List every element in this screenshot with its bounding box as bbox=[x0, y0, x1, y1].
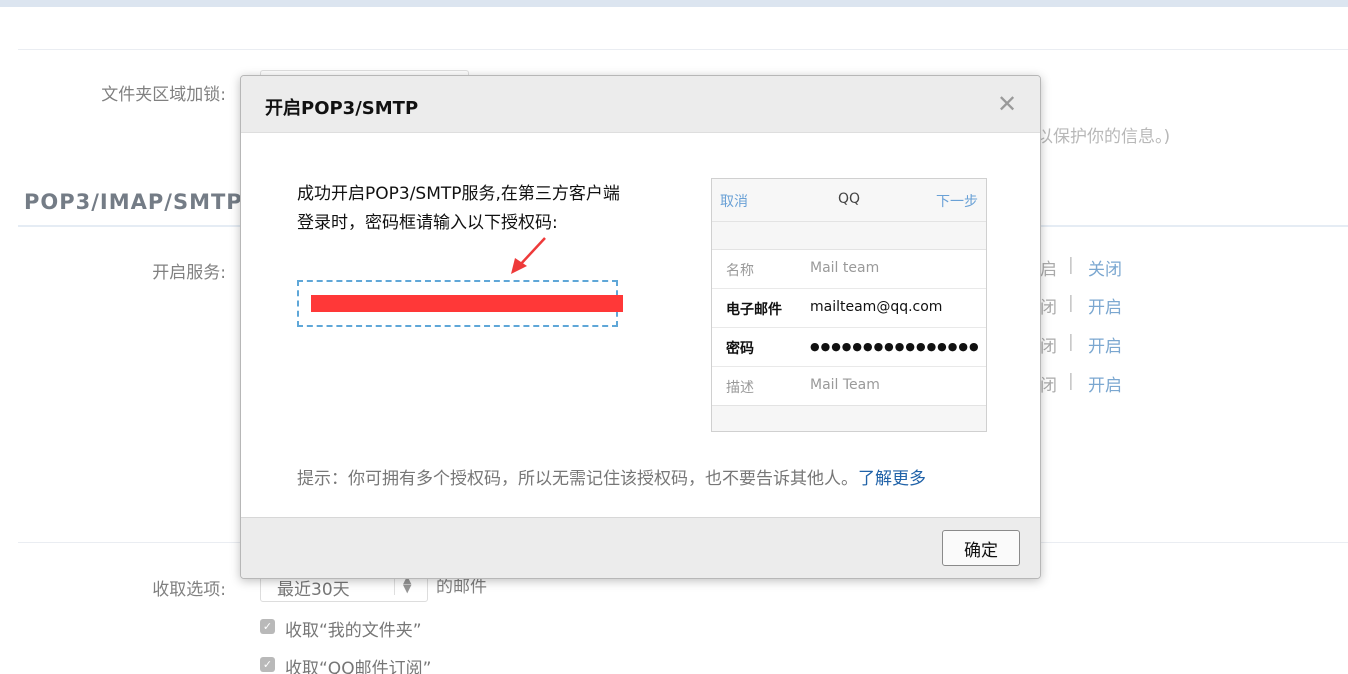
phone-row-key: 电子邮件 bbox=[726, 302, 782, 318]
phone-row-value: mailteam@qq.com bbox=[810, 299, 943, 315]
tip-message: 提示：你可拥有多个授权码，所以无需记住该授权码，也不要告诉其他人。 bbox=[297, 469, 858, 489]
success-message-line-1: 成功开启POP3/SMTP服务,在第三方客户端 bbox=[297, 184, 620, 204]
dialog-title: 开启POP3/SMTP bbox=[265, 98, 419, 119]
phone-row-value: ●●●●●●●●●●●●●●●● bbox=[810, 340, 980, 353]
phone-row-value: Mail Team bbox=[810, 377, 880, 393]
tip-text: 提示：你可拥有多个授权码，所以无需记住该授权码，也不要告诉其他人。了解更多 bbox=[297, 464, 926, 489]
dialog-header: 开启POP3/SMTP ✕ bbox=[241, 76, 1040, 133]
phone-row-key: 名称 bbox=[726, 263, 754, 279]
phone-row-key: 描述 bbox=[726, 380, 754, 396]
redaction-bar bbox=[311, 295, 623, 312]
success-message: 成功开启POP3/SMTP服务,在第三方客户端 登录时，密码框请输入以下授权码: bbox=[297, 180, 677, 238]
phone-row-name: 名称 Mail team bbox=[712, 250, 986, 289]
pointer-arrow-icon bbox=[511, 237, 546, 274]
phone-row-key: 密码 bbox=[726, 341, 754, 357]
phone-row-email: 电子邮件 mailteam@qq.com bbox=[712, 289, 986, 328]
phone-row-password: 密码 ●●●●●●●●●●●●●●●● bbox=[712, 328, 986, 367]
page: 文件夹区域加锁: 以保护你的信息。) POP3/IMAP/SMTP 开启服务: … bbox=[0, 0, 1348, 674]
dialog-footer: 确定 bbox=[241, 517, 1040, 578]
phone-row-value: Mail team bbox=[810, 260, 880, 276]
phone-cancel: 取消 bbox=[720, 194, 748, 210]
phone-title: QQ bbox=[838, 191, 861, 207]
phone-header: 取消 QQ 下一步 bbox=[712, 179, 986, 222]
phone-row-description: 描述 Mail Team bbox=[712, 367, 986, 405]
confirm-button[interactable]: 确定 bbox=[942, 530, 1020, 566]
phone-illustration: 取消 QQ 下一步 名称 Mail team 电子邮件 mailteam@qq.… bbox=[711, 178, 987, 432]
phone-next: 下一步 bbox=[936, 194, 978, 210]
success-message-line-2: 登录时，密码框请输入以下授权码: bbox=[297, 213, 558, 233]
pop3-smtp-dialog: 开启POP3/SMTP ✕ 成功开启POP3/SMTP服务,在第三方客户端 登录… bbox=[240, 75, 1041, 579]
phone-form: 名称 Mail team 电子邮件 mailteam@qq.com 密码 ●●●… bbox=[712, 249, 986, 406]
close-icon[interactable]: ✕ bbox=[997, 90, 1017, 118]
learn-more-link[interactable]: 了解更多 bbox=[858, 469, 926, 489]
